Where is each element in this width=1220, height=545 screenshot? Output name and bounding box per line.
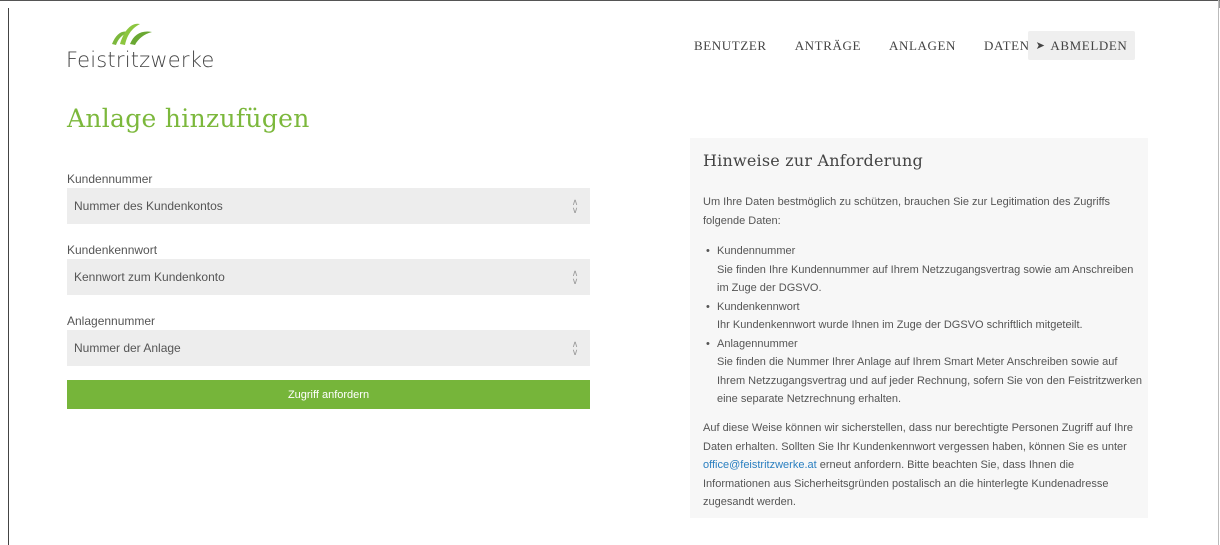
- list-item: Kundennummer Sie finden Ihre Kundennumme…: [703, 242, 1143, 298]
- sign-out-icon: ➤: [1035, 40, 1046, 52]
- list-item: Kundenkennwort Ihr Kundenkennwort wurde …: [703, 298, 1143, 335]
- logout-button[interactable]: ➤ ABMELDEN: [1028, 31, 1135, 60]
- customer-number-input[interactable]: Nummer des Kundenkontos ∧ ∨: [67, 188, 590, 224]
- window-frame-right: [1218, 0, 1219, 545]
- info-panel: Hinweise zur Anforderung Um Ihre Daten b…: [690, 138, 1148, 518]
- customer-number-label: Kundennummer: [67, 172, 153, 186]
- logout-label: ABMELDEN: [1050, 37, 1128, 53]
- installation-number-label: Anlagennummer: [67, 314, 156, 328]
- info-title: Hinweise zur Anforderung: [703, 151, 923, 170]
- nav-item-antraege[interactable]: ANTRÄGE: [795, 38, 861, 54]
- customer-number-placeholder: Nummer des Kundenkontos: [74, 199, 223, 213]
- page-title: Anlage hinzufügen: [67, 104, 310, 133]
- customer-password-label: Kundenkennwort: [67, 243, 158, 257]
- customer-password-input[interactable]: Kennwort zum Kundenkonto ∧ ∨: [67, 259, 590, 295]
- outro-text-before: Auf diese Weise können wir sicherstellen…: [703, 422, 1134, 453]
- bullet-text: Ihr Kundenkennwort wurde Ihnen im Zuge d…: [717, 319, 1083, 331]
- bullet-text: Sie finden die Nummer Ihrer Anlage auf I…: [717, 356, 1142, 405]
- customer-password-placeholder: Kennwort zum Kundenkonto: [74, 270, 225, 284]
- window-frame-left: [8, 8, 9, 545]
- stepper-icon[interactable]: ∧ ∨: [560, 198, 590, 215]
- nav-item-anlagen[interactable]: ANLAGEN: [889, 38, 956, 54]
- stepper-icon[interactable]: ∧ ∨: [560, 269, 590, 286]
- list-item: Anlagennummer Sie finden die Nummer Ihre…: [703, 335, 1143, 409]
- bullet-text: Sie finden Ihre Kundennummer auf Ihrem N…: [717, 263, 1134, 295]
- brand-name: Feistritzwerke: [66, 48, 215, 72]
- info-intro: Um Ihre Daten bestmöglich zu schützen, b…: [703, 196, 1110, 227]
- bullet-title: Kundennummer: [717, 245, 796, 257]
- info-outro: Auf diese Weise können wir sicherstellen…: [703, 419, 1135, 512]
- bullet-title: Kundenkennwort: [717, 300, 800, 313]
- requirements-list: Kundennummer Sie finden Ihre Kundennumme…: [703, 242, 1143, 409]
- installation-number-input[interactable]: Nummer der Anlage ∧ ∨: [67, 330, 590, 366]
- nav-item-daten[interactable]: DATEN: [984, 38, 1030, 54]
- main-nav: BENUTZER ANTRÄGE ANLAGEN DATEN: [694, 31, 1058, 61]
- nav-item-benutzer[interactable]: BENUTZER: [694, 38, 767, 54]
- bullet-title: Anlagennummer: [717, 337, 798, 350]
- logo-mark-icon: [112, 23, 152, 45]
- request-access-button[interactable]: Zugriff anfordern: [67, 380, 590, 409]
- brand-logo[interactable]: Feistritzwerke: [66, 20, 214, 72]
- installation-number-placeholder: Nummer der Anlage: [74, 341, 181, 355]
- email-link[interactable]: office@feistritzwerke.at: [703, 459, 817, 471]
- window-frame-top: [0, 0, 1220, 8]
- stepper-icon[interactable]: ∧ ∨: [560, 340, 590, 357]
